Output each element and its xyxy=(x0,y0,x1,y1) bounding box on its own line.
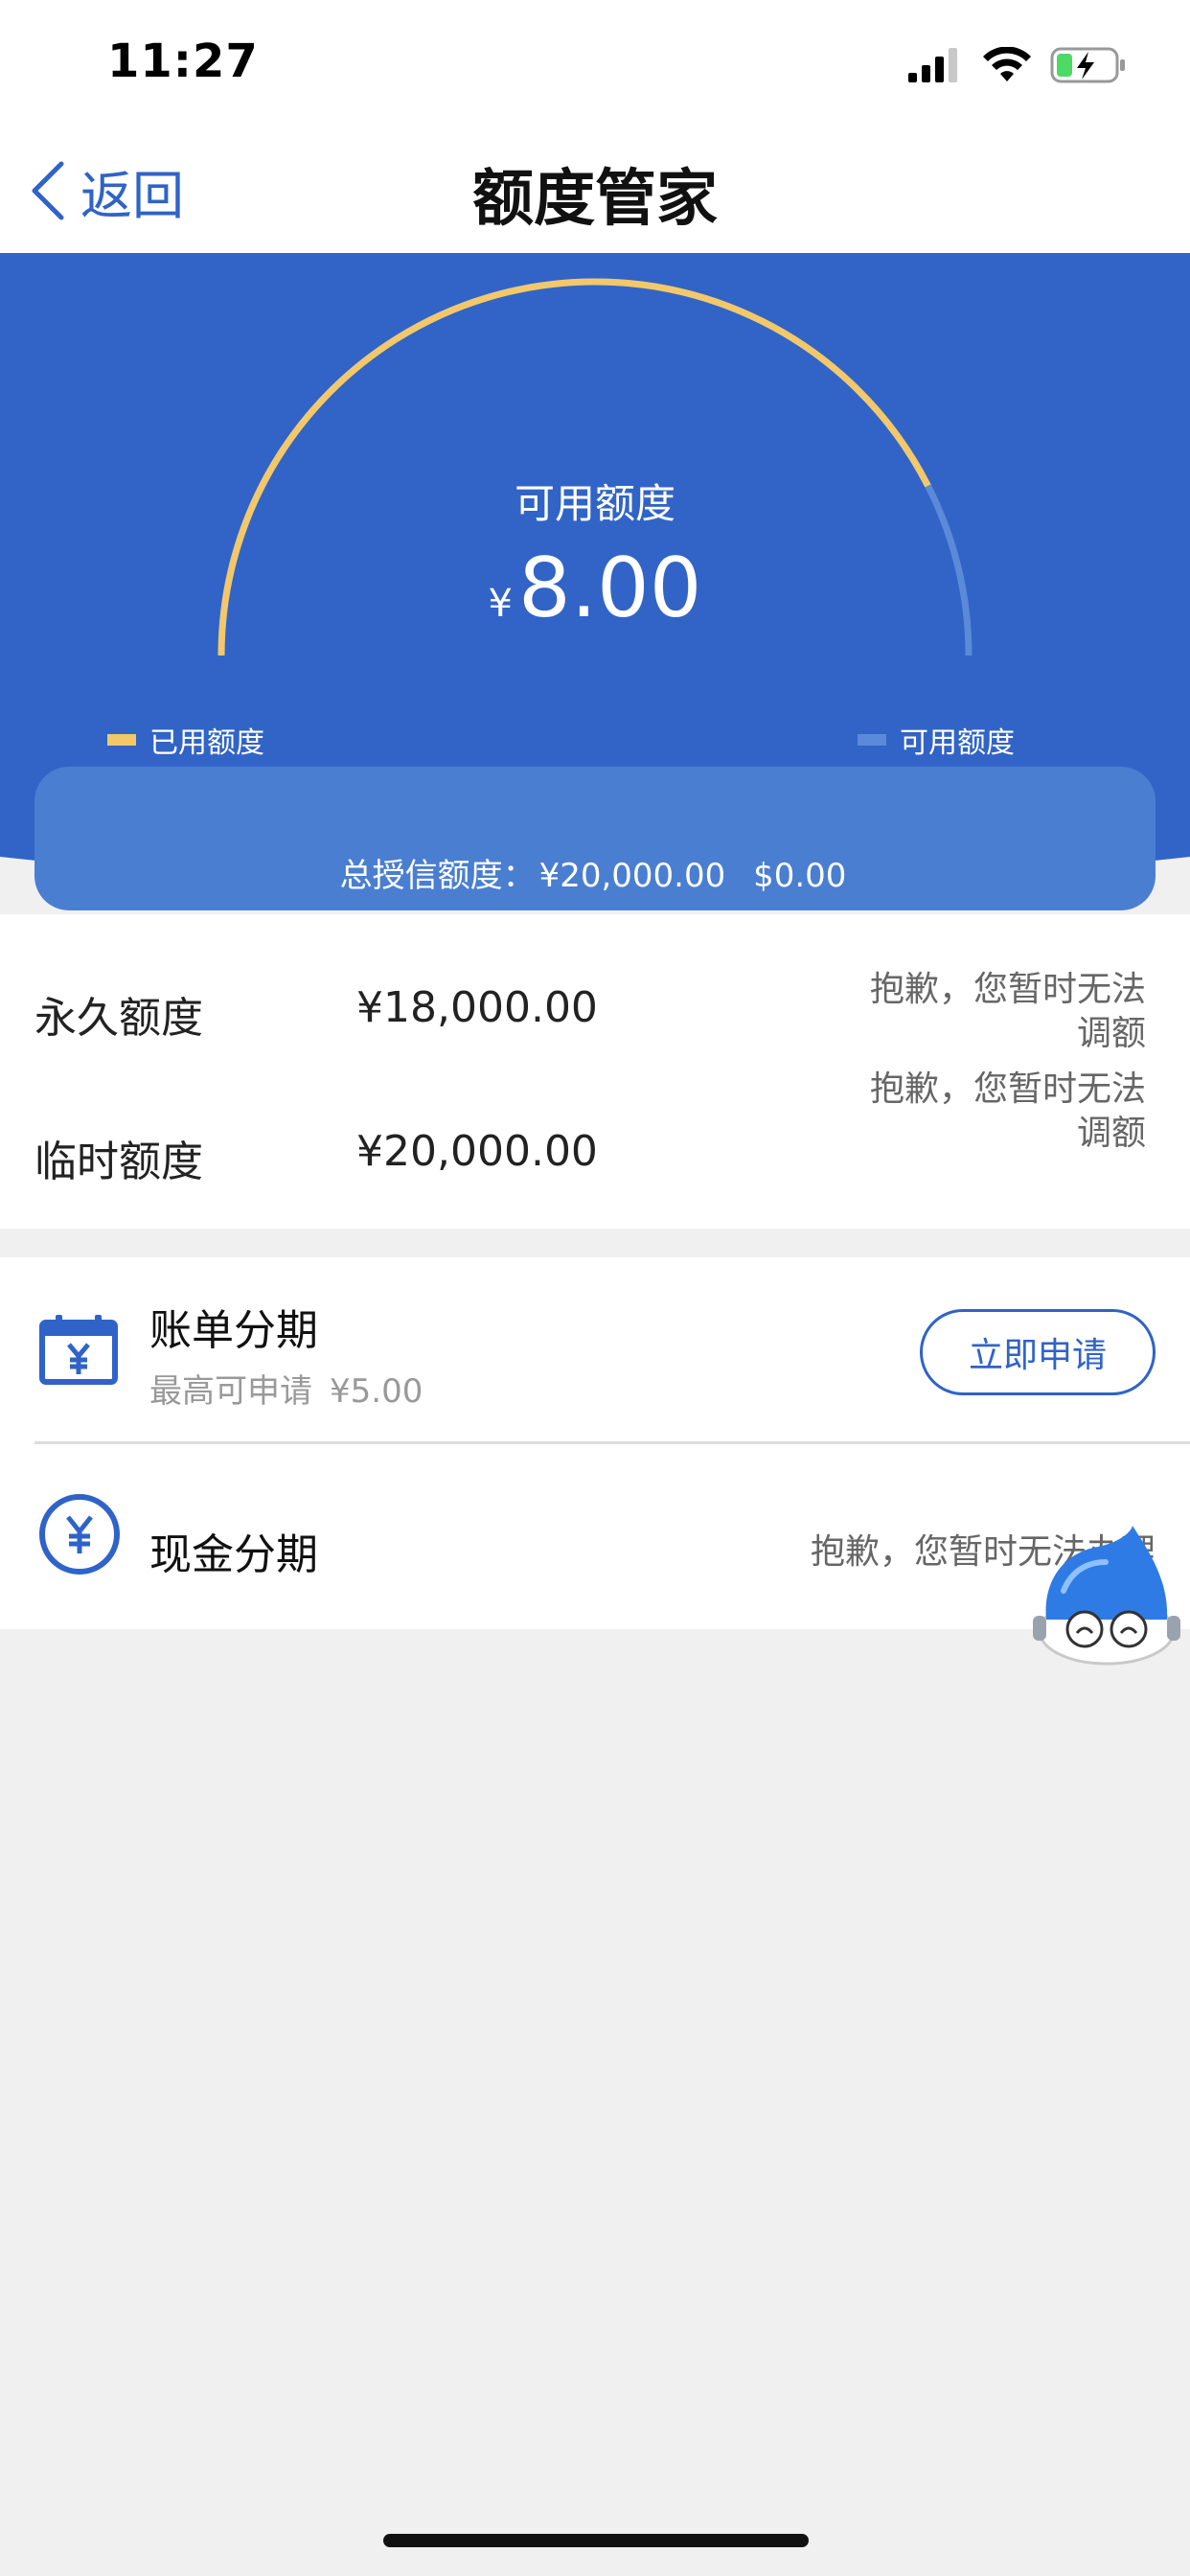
page-title: 额度管家 xyxy=(472,164,718,235)
home-indicator xyxy=(383,2534,809,2547)
quota-note-line1: 抱歉，您暂时无法 xyxy=(869,1070,1146,1109)
legend-available: 可用额度 xyxy=(858,719,1015,761)
yen-circle-icon xyxy=(39,1494,120,1575)
quota-note: 抱歉，您暂时无法 调额 xyxy=(839,968,1146,1056)
quota-note: 抱歉，您暂时无法 调额 xyxy=(839,1068,1146,1156)
legend-available-label: 可用额度 xyxy=(900,726,1015,760)
apply-now-button[interactable]: 立即申请 xyxy=(920,1309,1156,1395)
total-credit-card: 总授信额度： ¥20,000.00 $0.00 xyxy=(34,767,1156,910)
bill-installment-subtitle: 最高可申请 ¥5.00 xyxy=(149,1365,423,1412)
total-credit-label: 总授信额度： xyxy=(339,857,536,895)
bill-installment-title: 账单分期 xyxy=(149,1306,318,1355)
calendar-yen-icon xyxy=(39,1315,118,1385)
quota-amount: ¥18,000.00 xyxy=(356,983,598,1032)
quota-name: 永久额度 xyxy=(34,994,203,1043)
available-amount: ¥ 8.00 xyxy=(0,540,1190,636)
legend-available-swatch xyxy=(858,734,886,746)
quota-row-temporary: 临时额度 ¥20,000.00 抱歉，您暂时无法 调额 xyxy=(0,1058,1190,1202)
quota-name: 临时额度 xyxy=(34,1138,203,1186)
bill-installment-sub-label: 最高可申请 xyxy=(149,1372,312,1411)
credit-gauge-panel: 可用额度 ¥ 8.00 已用额度 可用额度 总授信额度： ¥20,000.00 $… xyxy=(0,253,1190,914)
quota-note-line1: 抱歉，您暂时无法 xyxy=(869,970,1146,1009)
status-time: 11:27 xyxy=(107,34,259,88)
quota-row-permanent: 永久额度 ¥18,000.00 抱歉，您暂时无法 调额 xyxy=(0,914,1190,1058)
total-credit-line: 总授信额度： ¥20,000.00 $0.00 xyxy=(34,849,1156,896)
total-credit-amount: ¥20,000.00 xyxy=(538,857,726,895)
legend-used-swatch xyxy=(107,734,136,746)
quota-note-line2: 调额 xyxy=(1076,1014,1146,1053)
status-icons xyxy=(908,44,1127,86)
cellular-signal-icon xyxy=(908,48,957,82)
quota-list: 永久额度 ¥18,000.00 抱歉，您暂时无法 调额 临时额度 ¥20,000… xyxy=(0,914,1190,1229)
currency-symbol: ¥ xyxy=(488,582,513,626)
wifi-icon xyxy=(983,47,1031,81)
bill-installment-row[interactable]: 账单分期 最高可申请 ¥5.00 立即申请 xyxy=(0,1257,1190,1444)
total-credit-extra: $0.00 xyxy=(753,857,847,895)
battery-charging-icon xyxy=(1050,47,1125,83)
installment-list: 账单分期 最高可申请 ¥5.00 立即申请 现金分期 抱歉，您暂时无法办理 xyxy=(0,1257,1190,1629)
bill-installment-sub-amount: ¥5.00 xyxy=(330,1372,423,1411)
quota-note-line2: 调额 xyxy=(1076,1114,1146,1153)
legend-used: 已用额度 xyxy=(107,719,264,761)
cash-installment-row[interactable]: 现金分期 抱歉，您暂时无法办理 xyxy=(0,1443,1190,1629)
cash-installment-title: 现金分期 xyxy=(149,1530,318,1579)
available-amount-value: 8.00 xyxy=(517,540,702,636)
legend-used-label: 已用额度 xyxy=(149,726,264,760)
nav-bar: 返回 额度管家 xyxy=(0,128,1190,253)
quota-amount: ¥20,000.00 xyxy=(356,1127,598,1176)
assistant-mascot-icon[interactable] xyxy=(1025,1524,1188,1668)
gauge-label: 可用额度 xyxy=(514,480,675,527)
status-bar: 11:27 xyxy=(0,0,1190,128)
